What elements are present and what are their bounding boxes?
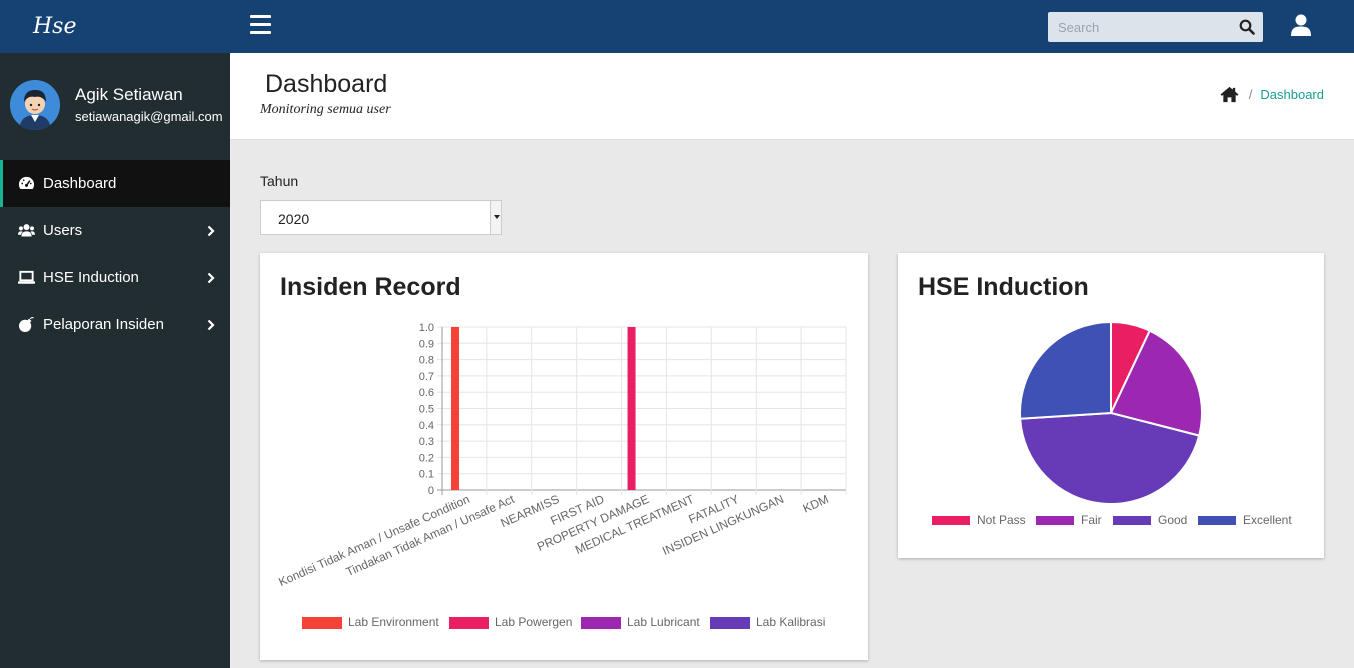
pie-slice[interactable] (1019, 320, 1112, 420)
breadcrumb: / Dashboard (1220, 86, 1324, 103)
user-panel: Agik Setiawan setiawanagik@gmail.com (0, 53, 230, 160)
legend-label: Lab Kalibrasi (756, 615, 825, 629)
y-tick-label: 0.1 (419, 469, 434, 481)
laptop-icon (18, 270, 35, 284)
legend-item[interactable]: Lab Lubricant (581, 615, 700, 629)
y-tick-label: 0.8 (419, 355, 434, 367)
hamburger-icon-line-2 (250, 31, 271, 34)
users-icon (18, 224, 35, 237)
y-tick-label: 0.6 (419, 387, 434, 399)
legend-item[interactable]: Excellent (1198, 513, 1292, 527)
top-navbar: Hse Departement (0, 0, 1354, 92)
sidebar-item-dashboard[interactable]: Dashboard (0, 160, 230, 207)
incident-bar-chart: 0 0.1 0.2 0.3 0.4 0.5 0.6 0.7 0.8 0.9 1.0 Kondisi T… (276, 322, 847, 629)
caret-down-icon (490, 201, 501, 234)
avatar (10, 80, 60, 130)
page-subtitle: Monitoring semua user (260, 102, 391, 117)
content-header: Dashboard Monitoring semua user / Dashbo… (230, 53, 1354, 140)
sidebar-item-hse-induction[interactable]: HSE Induction (0, 254, 230, 301)
breadcrumb-current[interactable]: Dashboard (1260, 87, 1324, 102)
legend-label: Fair (1081, 513, 1102, 527)
legend-swatch (1198, 516, 1236, 525)
x-tick-label: KDM (801, 492, 831, 516)
user-icon[interactable] (1291, 14, 1311, 36)
legend-label: Good (1158, 513, 1187, 527)
y-tick-label: 0.9 (419, 338, 434, 350)
legend-swatch (449, 617, 489, 629)
profile-email: setiawanagik@gmail.com (75, 109, 223, 124)
legend-item[interactable]: Lab Kalibrasi (710, 615, 825, 629)
legend-label: Lab Environment (348, 615, 439, 629)
sidebar: Agik Setiawan setiawanagik@gmail.com Das… (0, 53, 230, 668)
legend-swatch (932, 516, 970, 525)
legend-item[interactable]: Fair (1036, 513, 1102, 527)
incident-record-card: Insiden Record 0 0.1 0.2 0.3 0.4 0.5 0.6 0.7 0.8… (260, 253, 868, 660)
legend-swatch (302, 617, 342, 629)
legend-label: Lab Powergen (495, 615, 572, 629)
hse-induction-card: HSE Induction Not Pass Fair Good Excellent (898, 253, 1324, 558)
y-tick-label: 0 (428, 485, 434, 497)
y-tick-label: 0.4 (419, 420, 434, 432)
page-title: Dashboard (265, 70, 388, 98)
hse-pie-chart: Not Pass Fair Good Excellent (932, 320, 1292, 527)
legend-item[interactable]: Lab Powergen (449, 615, 572, 629)
chevron-right-icon (207, 272, 215, 284)
search-icon[interactable] (1239, 19, 1255, 35)
sidebar-item-label: Users (43, 222, 83, 239)
sidebar-item-label: Dashboard (43, 175, 117, 192)
legend-label: Lab Lubricant (627, 615, 700, 629)
chevron-right-icon (207, 319, 215, 331)
home-icon[interactable] (1220, 86, 1239, 103)
hamburger-icon-line (250, 23, 271, 26)
legend-item[interactable]: Lab Environment (302, 615, 439, 629)
y-tick-label: 0.7 (419, 371, 434, 383)
year-select[interactable]: 2020 (260, 200, 502, 235)
legend-swatch (1036, 516, 1074, 525)
y-tick-label: 0.2 (419, 452, 434, 464)
sidebar-menu: Dashboard Users HSE Induction Pelaporan … (0, 160, 230, 348)
legend-item[interactable]: Good (1113, 513, 1187, 527)
legend-label: Excellent (1243, 513, 1292, 527)
sidebar-item-users[interactable]: Users (0, 207, 230, 254)
y-tick-label: 0.3 (419, 436, 434, 448)
profile-name: Agik Setiawan (75, 85, 183, 104)
chevron-right-icon (207, 225, 215, 237)
breadcrumb-separator: / (1248, 87, 1253, 102)
legend-swatch (710, 617, 750, 629)
sidebar-item-label: Pelaporan Insiden (43, 316, 164, 333)
menu-toggle-button[interactable] (250, 15, 271, 35)
hamburger-icon (250, 15, 271, 18)
legend-swatch (1113, 516, 1151, 525)
y-tick-label: 1.0 (419, 322, 434, 334)
legend-item[interactable]: Not Pass (932, 513, 1026, 527)
search-input[interactable] (1048, 12, 1233, 42)
bar[interactable] (451, 327, 459, 490)
sidebar-item-label: HSE Induction (43, 269, 139, 286)
brand-logo[interactable]: Hse Departement (0, 0, 230, 92)
bomb-icon (18, 317, 34, 333)
dashboard-icon (18, 176, 35, 189)
year-label: Tahun (260, 173, 299, 189)
legend-label: Not Pass (977, 513, 1026, 527)
y-tick-label: 0.5 (419, 404, 434, 416)
x-tick-label: Kondisi Tidak Aman / Unsafe Condition (276, 492, 471, 589)
bar[interactable] (627, 327, 636, 490)
sidebar-item-pelaporan-insiden[interactable]: Pelaporan Insiden (0, 301, 230, 348)
search-box (1048, 12, 1263, 42)
year-select-value: 2020 (278, 211, 310, 227)
legend-swatch (581, 617, 621, 629)
